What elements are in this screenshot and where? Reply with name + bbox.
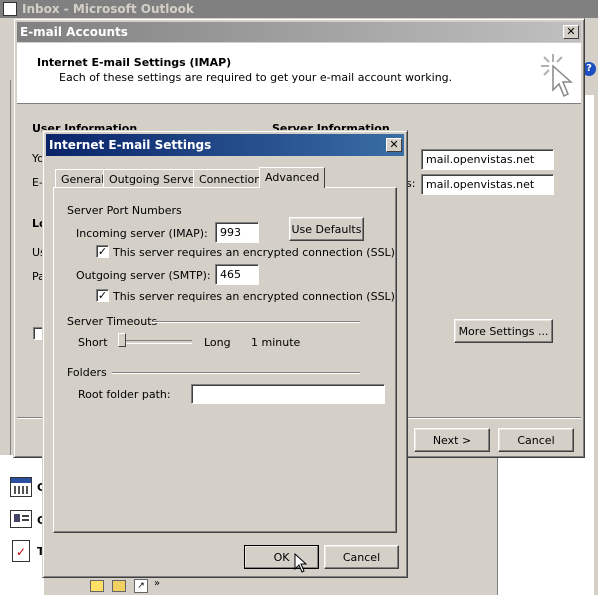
accounts-header-title: Internet E-mail Settings (IMAP) bbox=[37, 56, 232, 69]
timeout-value: 1 minute bbox=[251, 336, 301, 349]
outgoing-server-smtp-label: Outgoing server (SMTP): bbox=[76, 269, 211, 282]
settings-close-button[interactable]: ✕ bbox=[386, 138, 402, 152]
tab-advanced[interactable]: Advanced bbox=[259, 167, 326, 188]
tab-outgoing-server[interactable]: Outgoing Server bbox=[103, 169, 206, 187]
outgoing-ssl-label: This server requires an encrypted connec… bbox=[113, 290, 395, 303]
accounts-cancel-button[interactable]: Cancel bbox=[498, 428, 574, 452]
incoming-ssl-label: This server requires an encrypted connec… bbox=[113, 246, 395, 259]
folders-label: Folders bbox=[67, 366, 107, 379]
timeout-long-label: Long bbox=[204, 336, 231, 349]
more-settings-button[interactable]: More Settings ... bbox=[454, 319, 553, 343]
internet-email-settings-dialog: Internet E-mail Settings ✕ General Outgo… bbox=[42, 130, 408, 578]
root-folder-path-field[interactable] bbox=[191, 384, 385, 404]
server-port-numbers-label: Server Port Numbers bbox=[67, 204, 182, 217]
outlook-app-icon bbox=[3, 2, 17, 16]
server-timeouts-label: Server Timeouts bbox=[67, 315, 158, 328]
accounts-title: E-mail Accounts bbox=[20, 25, 128, 39]
outgoing-server-field[interactable]: mail.openvistas.net bbox=[421, 174, 554, 195]
incoming-port-field[interactable]: 993 bbox=[215, 222, 259, 243]
outlook-titlebar: Inbox - Microsoft Outlook bbox=[0, 0, 598, 18]
settings-title: Internet E-mail Settings bbox=[49, 138, 212, 152]
advanced-tab-page: Server Port Numbers Incoming server (IMA… bbox=[53, 187, 397, 533]
note-icon[interactable] bbox=[90, 580, 104, 592]
next-button[interactable]: Next > bbox=[414, 428, 490, 452]
tab-connection[interactable]: Connection bbox=[193, 169, 268, 187]
outlook-title: Inbox - Microsoft Outlook bbox=[22, 2, 194, 16]
timeouts-divider bbox=[152, 321, 360, 323]
calendar-icon[interactable] bbox=[10, 477, 32, 497]
incoming-ssl-checkbox[interactable]: ✓ bbox=[96, 245, 109, 258]
accounts-close-button[interactable]: ✕ bbox=[563, 25, 579, 39]
settings-cancel-button[interactable]: Cancel bbox=[324, 545, 399, 569]
root-folder-path-label: Root folder path: bbox=[78, 388, 171, 401]
timeout-slider-thumb[interactable] bbox=[118, 333, 126, 347]
accounts-header: Internet E-mail Settings (IMAP) Each of … bbox=[17, 43, 581, 104]
shortcut-icon[interactable]: ↗ bbox=[134, 579, 148, 593]
contacts-icon[interactable] bbox=[10, 510, 32, 528]
incoming-server-field[interactable]: mail.openvistas.net bbox=[421, 149, 554, 170]
incoming-server-imap-label: Incoming server (IMAP): bbox=[76, 227, 208, 240]
accounts-header-subtitle: Each of these settings are required to g… bbox=[59, 71, 453, 84]
configure-buttons-icon[interactable]: » bbox=[154, 578, 160, 589]
cursor-sparkle-icon bbox=[541, 54, 573, 98]
folder-small-icon[interactable] bbox=[112, 580, 126, 592]
timeout-slider-track[interactable] bbox=[118, 340, 192, 344]
use-defaults-button[interactable]: Use Defaults bbox=[289, 217, 364, 241]
settings-titlebar: Internet E-mail Settings ✕ bbox=[46, 134, 404, 156]
folders-divider bbox=[112, 372, 360, 374]
tab-strip: General Outgoing Server Connection Advan… bbox=[53, 167, 397, 188]
outgoing-ssl-checkbox[interactable]: ✓ bbox=[96, 289, 109, 302]
mouse-pointer-icon bbox=[294, 553, 308, 573]
outgoing-port-field[interactable]: 465 bbox=[215, 264, 259, 285]
timeout-short-label: Short bbox=[78, 336, 108, 349]
tasks-icon[interactable]: ✓ bbox=[12, 540, 30, 562]
accounts-titlebar: E-mail Accounts ✕ bbox=[17, 22, 581, 42]
